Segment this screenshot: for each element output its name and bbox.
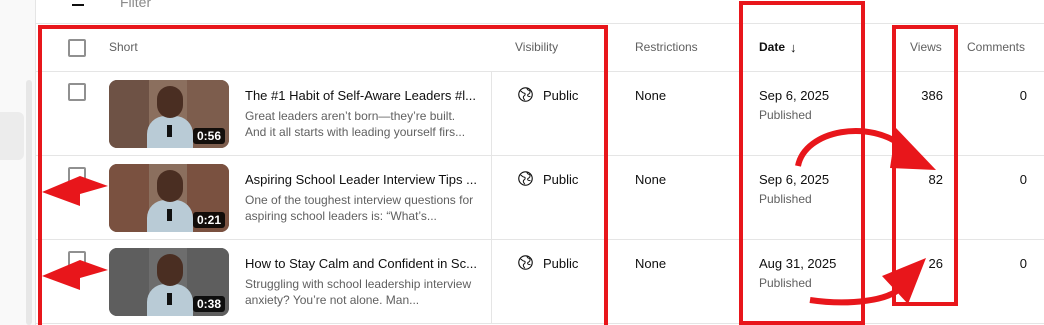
sort-descending-icon[interactable]: ↓ <box>790 40 797 55</box>
video-thumbnail[interactable]: 0:21 <box>109 164 229 232</box>
thumbnail-background <box>109 248 149 316</box>
select-all-checkbox[interactable] <box>68 39 86 57</box>
comments-value: 0 <box>1019 256 1027 271</box>
column-divider <box>491 240 492 324</box>
column-header-restrictions[interactable]: Restrictions <box>635 40 698 54</box>
row-checkbox[interactable] <box>68 251 86 269</box>
column-header-comments[interactable]: Comments <box>967 40 1025 54</box>
visibility-value[interactable]: Public <box>543 88 578 103</box>
column-header-date[interactable]: Date <box>759 40 785 54</box>
date-value: Aug 31, 2025 <box>759 256 837 271</box>
views-value: 386 <box>921 88 943 103</box>
sidebar-active-tab[interactable] <box>0 112 24 160</box>
date-value: Sep 6, 2025 <box>759 172 830 187</box>
microphone-icon <box>167 209 172 221</box>
duration-badge: 0:21 <box>192 212 225 228</box>
video-description: Great leaders aren’t born—they’re built.… <box>245 109 466 139</box>
thumbnail-person <box>157 86 183 118</box>
visibility-value[interactable]: Public <box>543 172 578 187</box>
video-thumbnail[interactable]: 0:56 <box>109 80 229 148</box>
restrictions-value: None <box>635 88 667 103</box>
thumbnail-background <box>109 164 149 232</box>
status-value: Published <box>759 276 812 290</box>
table-row[interactable]: 0:21 Aspiring School Leader Interview Ti… <box>36 156 1044 240</box>
duration-badge: 0:38 <box>192 296 225 312</box>
row-checkbox[interactable] <box>68 167 86 185</box>
table-row[interactable]: 0:38 How to Stay Calm and Confident in S… <box>36 240 1044 324</box>
filter-bar: Filter <box>36 0 1044 24</box>
duration-badge: 0:56 <box>192 128 225 144</box>
column-header-visibility[interactable]: Visibility <box>515 40 558 54</box>
thumbnail-person <box>157 254 183 286</box>
table-header: Short Visibility Restrictions Date Views… <box>36 24 1044 72</box>
comments-value: 0 <box>1019 88 1027 103</box>
views-value: 82 <box>928 172 943 187</box>
restrictions-value: None <box>635 256 667 271</box>
restrictions-value: None <box>635 172 667 187</box>
table-row[interactable]: 0:56 The #1 Habit of Self-Aware Leaders … <box>36 72 1044 156</box>
status-value: Published <box>759 108 812 122</box>
column-header-short: Short <box>109 40 138 54</box>
video-description: Struggling with school leadership interv… <box>245 277 472 307</box>
column-divider <box>491 156 492 240</box>
thumbnail-person <box>157 170 183 202</box>
video-title[interactable]: The #1 Habit of Self-Aware Leaders #l... <box>245 88 481 103</box>
filter-input[interactable]: Filter <box>120 0 151 10</box>
visibility-value[interactable]: Public <box>543 256 578 271</box>
microphone-icon <box>167 293 172 305</box>
video-title[interactable]: How to Stay Calm and Confident in Sc... <box>245 256 481 271</box>
comments-value: 0 <box>1019 172 1027 187</box>
views-value: 26 <box>928 256 943 271</box>
microphone-icon <box>167 125 172 137</box>
globe-icon <box>518 87 533 102</box>
video-thumbnail[interactable]: 0:38 <box>109 248 229 316</box>
video-title[interactable]: Aspiring School Leader Interview Tips ..… <box>245 172 481 187</box>
video-description: One of the toughest interview questions … <box>245 193 474 223</box>
globe-icon <box>518 255 533 270</box>
column-divider <box>491 72 492 156</box>
date-value: Sep 6, 2025 <box>759 88 830 103</box>
status-value: Published <box>759 192 812 206</box>
row-checkbox[interactable] <box>68 83 86 101</box>
scrollbar[interactable] <box>26 80 32 325</box>
column-header-views[interactable]: Views <box>910 40 942 54</box>
filter-icon[interactable] <box>72 4 84 6</box>
globe-icon <box>518 171 533 186</box>
thumbnail-background <box>109 80 149 148</box>
